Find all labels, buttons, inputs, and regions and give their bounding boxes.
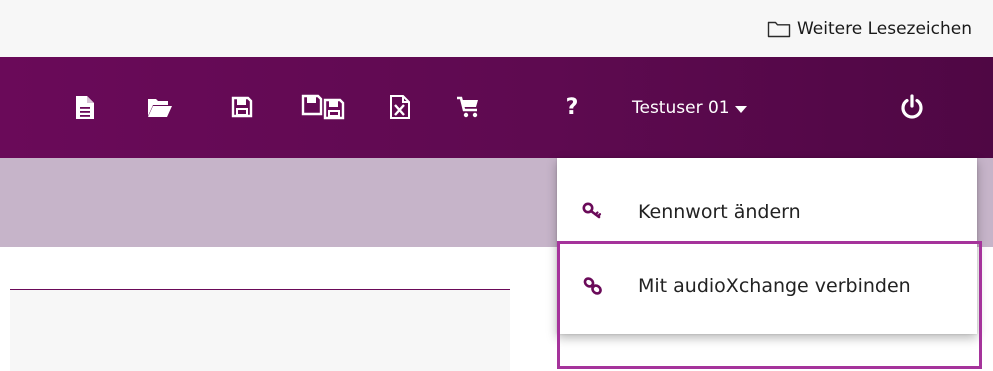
save-button[interactable]	[228, 92, 256, 122]
content-panel	[10, 290, 510, 371]
user-menu-toggle[interactable]: Testuser 01	[632, 95, 747, 121]
cart-icon	[457, 96, 478, 118]
bookmark-folder-label: Weitere Lesezeichen	[796, 19, 972, 39]
excel-export-icon	[390, 95, 410, 119]
logout-button[interactable]	[899, 93, 925, 121]
save-icon	[231, 96, 253, 118]
menu-item-label: Kennwort ändern	[638, 201, 801, 223]
open-folder-icon	[148, 99, 172, 117]
cart-button[interactable]	[454, 92, 482, 122]
key-icon	[582, 202, 602, 219]
user-name: Testuser 01	[632, 98, 730, 118]
open-button[interactable]	[146, 92, 174, 122]
app-toolbar: ? Testuser 01	[0, 57, 993, 158]
menu-item-change-password[interactable]: Kennwort ändern	[557, 182, 977, 242]
caret-down-icon	[734, 105, 747, 113]
power-icon	[901, 94, 923, 119]
annotation-highlight-box	[557, 241, 982, 369]
new-document-button[interactable]	[71, 92, 99, 122]
folder-icon	[767, 21, 791, 38]
help-button[interactable]: ?	[558, 92, 586, 122]
help-icon: ?	[565, 94, 579, 120]
save-all-icon	[301, 94, 345, 120]
browser-bookmarks-bar: Weitere Lesezeichen	[0, 0, 993, 57]
bookmark-folder-other[interactable]: Weitere Lesezeichen	[767, 16, 972, 42]
excel-export-button[interactable]	[386, 92, 414, 122]
save-all-button[interactable]	[300, 92, 350, 122]
new-document-icon	[76, 95, 94, 119]
